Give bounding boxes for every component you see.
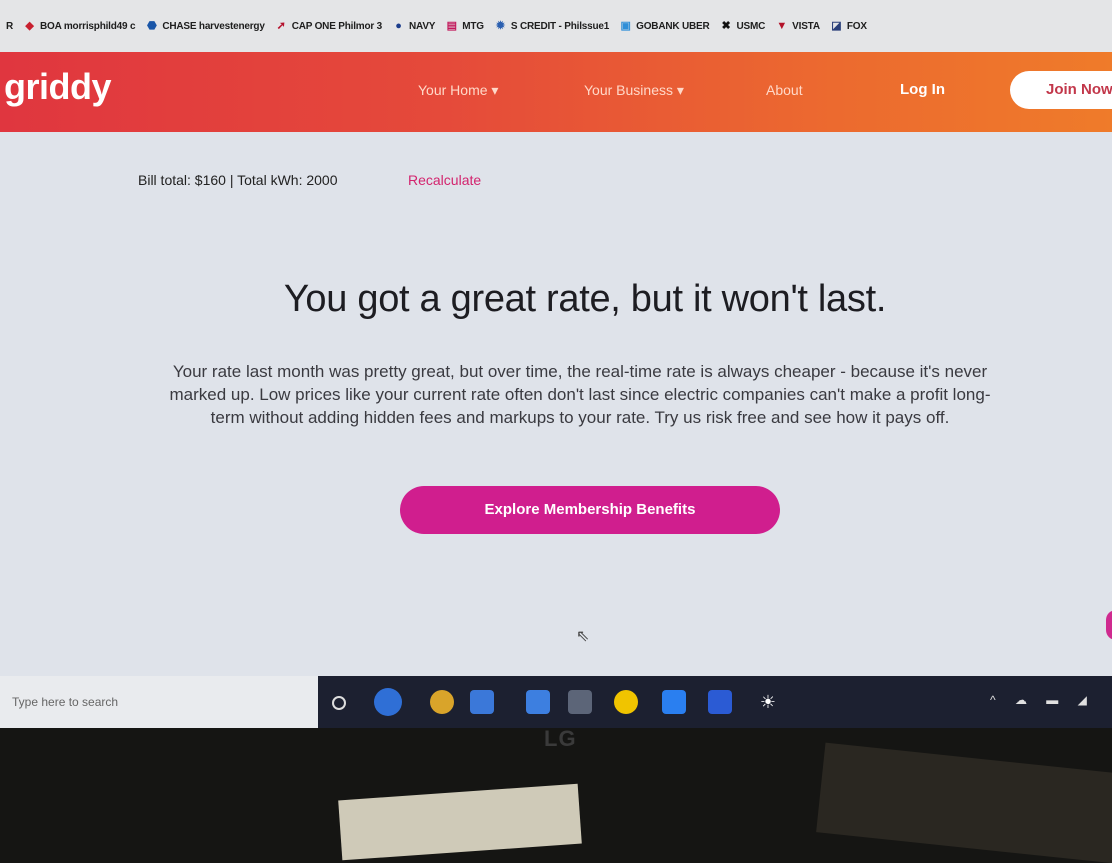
bookmark-label: CAP ONE Philmor 3	[291, 20, 383, 32]
recalculate-link[interactable]: Recalculate	[408, 172, 481, 188]
bookmark-label: NAVY	[409, 20, 436, 32]
bookmark-partial[interactable]: R	[6, 21, 13, 32]
bookmark-label: USMC	[736, 20, 766, 32]
bookmarks-bar: R ◆ BOA morrisphild49 c ⬣ CHASE harvestene…	[0, 0, 1112, 52]
desk-object	[816, 742, 1112, 863]
bookmark-label: GOBANK UBER	[636, 20, 710, 32]
page-title: You got a great rate, but it won't last.	[283, 278, 887, 320]
bookmark-navy[interactable]: ● NAVY	[392, 20, 435, 33]
mouse-cursor-icon: ⇖	[576, 628, 590, 645]
monitor-screen: R ◆ BOA morrisphild49 c ⬣ CHASE harvestene…	[0, 0, 1112, 728]
bookmark-fox[interactable]: ◪ FOX	[830, 20, 867, 33]
chrome-icon[interactable]	[430, 690, 454, 714]
bookmark-capone[interactable]: ➚ CAP ONE Philmor 3	[275, 19, 383, 33]
bookmark-mtg[interactable]: ▤ MTG	[445, 20, 484, 33]
bar-chart-icon: ▤	[446, 19, 457, 32]
bookmark-chase[interactable]: ⬣ CHASE harvestenergy	[145, 19, 265, 33]
site-header: griddy Your Home ▾ Your Business ▾ About…	[0, 52, 1112, 132]
sun-icon[interactable]: ☀	[756, 690, 780, 714]
taskbar-search-input[interactable]: Type here to search	[0, 676, 318, 728]
word-icon[interactable]	[708, 690, 732, 714]
nav-about[interactable]: About	[766, 82, 803, 98]
nav-your-business[interactable]: Your Business ▾	[584, 82, 684, 99]
app-blue-icon[interactable]	[662, 690, 686, 714]
bookmark-usmc[interactable]: ✖ USMC	[720, 19, 766, 33]
bookmark-label: BOA morrisphild49 c	[40, 20, 136, 32]
bookmark-gobank[interactable]: ▣ GOBANK UBER	[619, 19, 710, 33]
bookmark-label: FOX	[846, 20, 867, 32]
lg-logo: LG	[544, 726, 577, 751]
bookmark-boa[interactable]: ◆ BOA morrisphild49 c	[23, 20, 135, 33]
cortana-icon[interactable]	[332, 696, 346, 710]
swoosh-icon: ➚	[276, 19, 286, 32]
bookmark-vista[interactable]: ▼ VISTA	[775, 20, 820, 33]
edge-browser-icon[interactable]	[374, 688, 402, 716]
chat-bubble-icon[interactable]	[1106, 610, 1112, 640]
griddy-logo[interactable]: griddy	[4, 66, 112, 108]
join-now-button[interactable]: Join Now	[1010, 71, 1112, 109]
bookmark-scredit[interactable]: ✹ S CREDIT - Philssue1	[494, 20, 609, 33]
fox-icon: ◪	[831, 19, 842, 32]
bookmark-label: S CREDIT - Philssue1	[510, 20, 610, 32]
explore-membership-button[interactable]: Explore Membership Benefits	[400, 486, 780, 534]
x-mark-icon: ✖	[721, 19, 731, 32]
gobank-icon: ▣	[620, 19, 631, 32]
gear-icon: ✹	[495, 19, 505, 32]
app-yellow-icon[interactable]	[614, 690, 638, 714]
bookmark-label: MTG	[462, 20, 484, 32]
chase-octagon-icon: ⬣	[147, 19, 157, 32]
windows-taskbar: Type here to search ☀ ^ ☁ ▬ ◢	[0, 676, 1112, 728]
paper-note	[338, 783, 582, 861]
bookmark-label: VISTA	[792, 20, 820, 32]
nav-your-home[interactable]: Your Home ▾	[418, 82, 498, 99]
triangle-icon: ▼	[776, 19, 787, 32]
bookmark-label: CHASE harvestenergy	[162, 20, 265, 32]
hero-description: Your rate last month was pretty great, b…	[169, 362, 991, 427]
login-link[interactable]: Log In	[900, 81, 945, 98]
store-icon[interactable]	[470, 690, 494, 714]
globe-icon: ●	[395, 19, 402, 32]
bill-summary: Bill total: $160 | Total kWh: 2000	[138, 172, 338, 188]
red-chevron-icon: ◆	[25, 19, 34, 32]
mail-icon[interactable]	[568, 690, 592, 714]
file-explorer-icon[interactable]	[526, 690, 550, 714]
system-tray-icons[interactable]: ^ ☁ ▬ ◢	[990, 693, 1095, 707]
